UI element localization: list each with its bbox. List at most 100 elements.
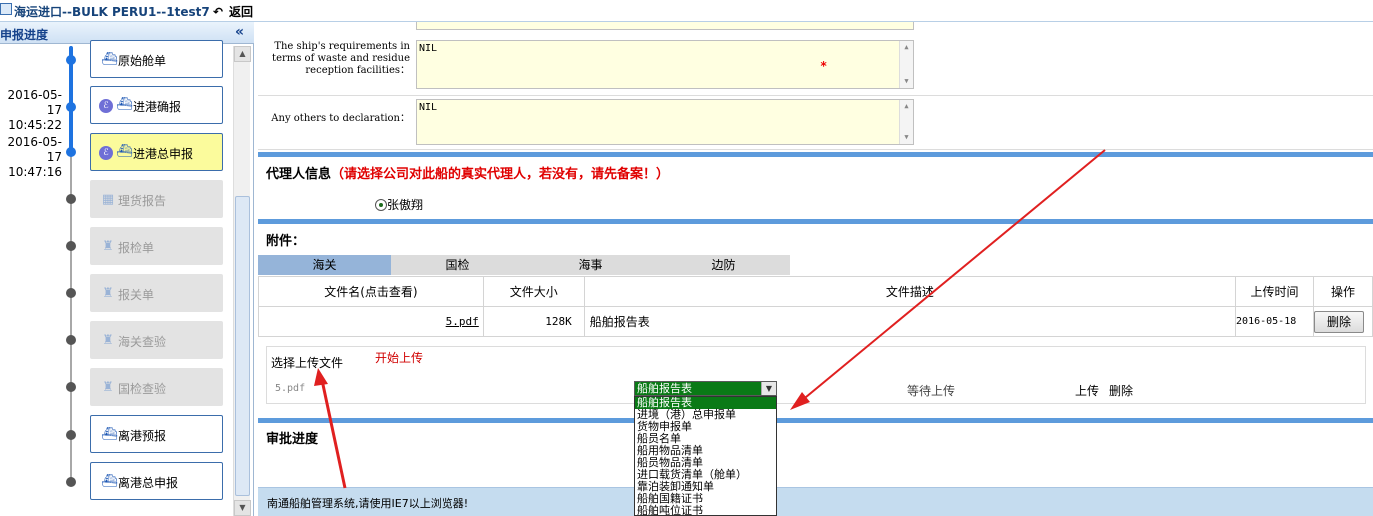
app-icon [0,3,12,15]
timeline-dot [66,102,76,112]
action-cell: 删除 [1312,306,1373,337]
step-original-manifest[interactable]: ⛴ 原始舱单 [90,40,223,78]
table-row: 5.pdf 128K 船舶报告表 2016-05-18 删除 [258,306,1373,337]
timeline-dot [66,241,76,251]
upload-link[interactable]: 上传 [1075,382,1099,399]
agent-title: 代理人信息 [266,167,332,182]
timeline-dot [66,335,76,345]
column-header: 文件大小 [482,276,585,307]
progress-sidebar: 申报进度 « 2016-05-17 10:45:22 2016-05-17 10:4… [0,22,254,516]
step-label: 进港确报 [133,100,182,114]
scroll-down-icon[interactable]: ▼ [900,75,913,88]
back-label: 返回 [229,5,254,19]
agent-warning: （请选择公司对此船的真实代理人，若没有，请先备案！） [331,167,670,182]
step-label: 报关单 [118,288,155,302]
scroll-down-icon[interactable]: ▼ [234,500,251,516]
step-label: 海关查验 [118,335,167,349]
timeline-dot [66,430,76,440]
ship-icon: ⛴ [101,52,118,67]
main-content: The ship's requirements in terms of wast… [258,22,1373,516]
step-label: 原始舱单 [118,54,167,68]
selected-file-type: 船舶报告表 [637,382,692,395]
attachment-table: 文件名(点击查看) 文件大小 文件描述 上传时间 操作 5.pdf 128K 船… [258,276,1373,337]
back-button[interactable]: ↶ 返回 [213,3,253,20]
column-header: 上传时间 [1235,276,1314,307]
flow-icon: ℰ [99,146,113,160]
waste-requirements-row: The ship's requirements in terms of wast… [258,30,1373,96]
section-divider [258,418,1373,423]
column-header: 文件名(点击查看) [258,276,484,307]
scroll-down-icon[interactable]: ▼ [900,131,913,144]
attachments-title: 附件： [266,234,306,249]
others-declaration-field[interactable]: NIL ▲ ▼ [416,99,914,145]
tab-border[interactable]: 边防 [657,255,790,275]
step-label: 国检查验 [118,382,167,396]
report-icon: ▦ [101,192,115,207]
waste-requirements-label: The ship's requirements in terms of wast… [272,41,410,76]
step-departure-forecast[interactable]: ⛴ 离港预报 [90,415,223,453]
waste-requirements-field[interactable]: NIL * ▲ ▼ [416,40,914,89]
sidebar-title: 申报进度 [0,28,49,42]
others-declaration-row: Any others to declaration： NIL ▲ ▼ [258,96,1373,150]
agent-option[interactable]: 张傲翔 [375,196,423,213]
timeline-dot [66,477,76,487]
tab-quarantine[interactable]: 国检 [391,255,524,275]
required-mark: * [820,59,828,73]
column-header: 操作 [1312,276,1373,307]
step-departure-declaration[interactable]: ⛴ 离港总申报 [90,462,223,500]
scroll-up-icon[interactable]: ▲ [900,100,913,113]
ship-icon: ⛴ [101,427,118,442]
upload-panel: 选择上传文件 开始上传 5.pdf 等待上传 上传 删除 [266,346,1366,404]
radio-icon[interactable] [375,199,387,211]
timeline-dot [66,147,76,157]
scroll-up-icon[interactable]: ▲ [900,41,913,54]
dropdown-option[interactable]: 船舶吨位证书 [635,505,776,516]
step-label: 离港总申报 [118,476,179,490]
timeline-dot [66,288,76,298]
step-quarantine-inspection[interactable]: ♜ 国检查验 [90,368,223,406]
step-arrival-confirm[interactable]: ℰ ⛴ 进港确报 [90,86,223,124]
step-label: 离港预报 [118,429,167,443]
queued-file-name: 5.pdf [275,383,306,394]
column-header: 文件描述 [583,276,1237,307]
scroll-up-icon[interactable]: ▲ [234,46,251,62]
delete-link[interactable]: 删除 [1109,382,1133,399]
table-header-row: 文件名(点击查看) 文件大小 文件描述 上传时间 操作 [258,276,1373,307]
collapse-icon[interactable]: « [235,24,244,40]
officer-icon: ♜ [102,239,114,254]
step-tally-report[interactable]: ▦ 理货报告 [90,180,223,218]
review-title: 审批进度 [266,432,319,447]
step-label: 理货报告 [118,194,167,208]
ship-icon: ⛴ [116,144,133,159]
officer-icon: ♜ [102,380,114,395]
title-bar: 海运进口--BULK PERU1--1test7 ↶ 返回 [0,0,1373,22]
start-upload-button[interactable]: 开始上传 [375,349,423,366]
step-customs-inspection[interactable]: ♜ 海关查验 [90,321,223,359]
officer-icon: ♜ [102,286,114,301]
step-date: 2016-05-17 10:45:22 [7,88,62,132]
tab-customs[interactable]: 海关 [258,255,391,275]
upload-status: 等待上传 [907,384,956,398]
previous-field[interactable] [416,22,914,30]
delete-button[interactable]: 删除 [1313,310,1364,333]
chevron-down-icon[interactable]: ▼ [761,382,776,395]
officer-icon: ♜ [102,333,114,348]
step-customs-form[interactable]: ♜ 报关单 [90,274,223,312]
file-description: 船舶报告表 [583,306,1237,337]
waste-requirements-value: NIL [419,43,438,54]
file-type-select[interactable]: 船舶报告表 ▼ [634,381,777,396]
step-label: 进港总申报 [133,147,194,161]
section-divider [258,219,1373,224]
textarea-scrollbar[interactable]: ▲ ▼ [899,100,913,144]
agent-section-title: 代理人信息（请选择公司对此船的真实代理人，若没有，请先备案！） [266,163,669,182]
scrollbar-thumb[interactable] [235,196,250,496]
file-name-link[interactable]: 5.pdf [258,306,484,337]
agent-name: 张傲翔 [387,198,424,212]
sidebar-scrollbar[interactable]: ▲ ▼ [233,46,251,516]
tab-maritime[interactable]: 海事 [524,255,657,275]
step-inspection-form[interactable]: ♜ 报检单 [90,227,223,265]
others-declaration-value: NIL [419,102,438,113]
textarea-scrollbar[interactable]: ▲ ▼ [899,41,913,88]
step-arrival-declaration[interactable]: ℰ ⛴ 进港总申报 [90,133,223,171]
select-file-button[interactable]: 选择上传文件 [271,354,343,371]
